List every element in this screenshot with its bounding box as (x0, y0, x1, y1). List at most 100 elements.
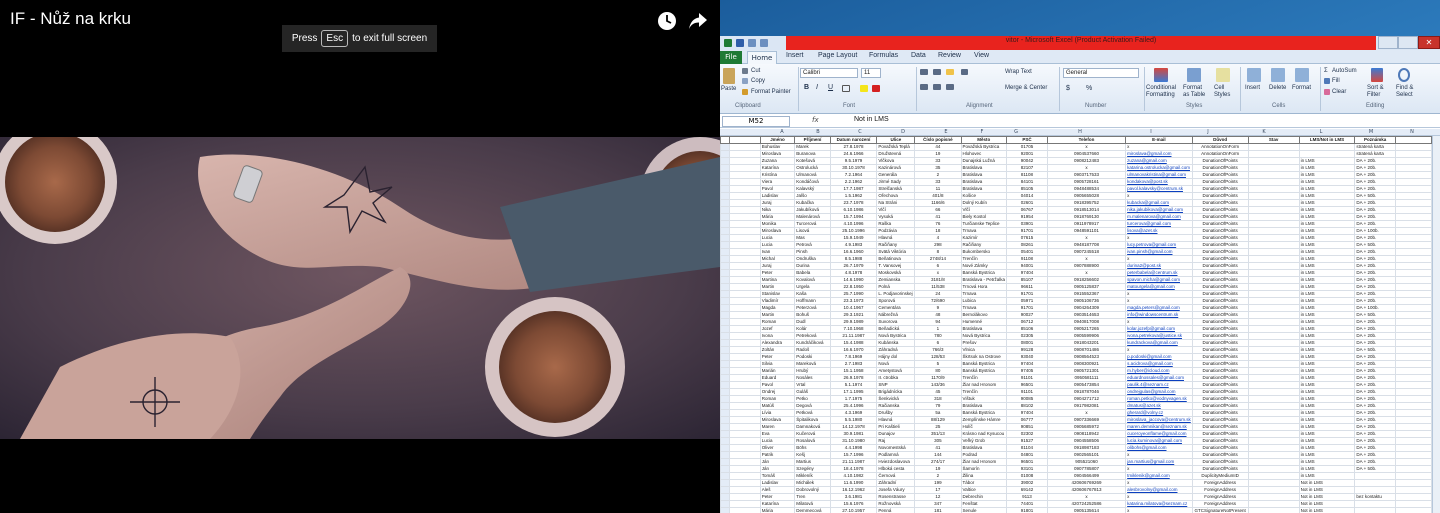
table-cell[interactable] (1395, 171, 1432, 179)
row-number[interactable] (720, 213, 731, 221)
table-cell[interactable] (729, 493, 761, 501)
spreadsheet-grid[interactable]: Jméno Příjmení Datum narození Ulice Číslo po… (720, 136, 1432, 513)
table-cell[interactable]: 04014 (1006, 192, 1048, 200)
table-cell[interactable]: in LMS (1298, 241, 1356, 249)
table-cell[interactable]: Kovalová (794, 276, 831, 284)
clear-icon[interactable] (1324, 89, 1330, 95)
table-cell[interactable]: DonationOfPoints (1191, 290, 1249, 298)
table-cell[interactable] (729, 262, 761, 270)
table-cell[interactable]: Svätá Viktória (876, 248, 916, 256)
table-cell[interactable]: Szegény (794, 465, 831, 473)
table-row[interactable]: Magda Peterzová 10.4.1967 Cementára 9 Trnava 9… (720, 304, 1432, 312)
column-header[interactable]: G (994, 129, 1038, 135)
table-cell[interactable]: stratená karta (1354, 143, 1397, 151)
table-cell[interactable]: Holíč (960, 423, 1008, 431)
column-title[interactable]: Příjmení (794, 136, 831, 144)
align-bottom-icon[interactable] (946, 69, 954, 75)
table-cell[interactable]: Ivan (759, 248, 796, 256)
table-cell[interactable]: 0918987183 (1046, 444, 1127, 452)
table-cell[interactable]: Jalšo (794, 192, 831, 200)
table-cell[interactable]: Raška (876, 220, 916, 228)
table-cell[interactable]: DA + 20b. (1354, 430, 1397, 438)
table-row[interactable]: Ondrej Guláš 17.1.1995 Brigádnícka 45 Trenčín… (720, 388, 1432, 396)
table-cell[interactable]: Radoš (794, 346, 831, 354)
table-cell[interactable]: DA + 20b. (1354, 157, 1397, 165)
table-cell[interactable]: 11/538 (914, 283, 962, 291)
table-cell[interactable] (729, 220, 761, 228)
table-row[interactable]: Marián Hrubý 15.1.1958 Ametystová 80 Banská B… (720, 367, 1432, 375)
find-select-button[interactable]: Find & Select (1396, 85, 1418, 99)
table-cell[interactable]: 29.3.1921 (829, 311, 878, 319)
table-cell[interactable] (729, 332, 761, 340)
table-cell[interactable]: 0918513014 (1046, 206, 1127, 214)
table-cell[interactable] (1247, 311, 1300, 319)
column-header[interactable]: N (1392, 129, 1432, 135)
table-cell[interactable]: Lisová (794, 227, 831, 235)
table-cell[interactable]: x (1125, 465, 1193, 473)
table-cell[interactable] (1395, 157, 1432, 165)
table-cell[interactable]: ForeignAddress (1191, 486, 1249, 494)
table-cell[interactable]: Vlčí (876, 206, 916, 214)
table-cell[interactable]: Mas (794, 234, 831, 242)
table-cell[interactable]: Petková (794, 409, 831, 417)
column-header[interactable]: H (1038, 129, 1122, 135)
table-cell[interactable]: 21.11.1987 (829, 332, 878, 340)
table-cell[interactable]: kubacka@gmail.com (1125, 199, 1193, 207)
table-cell[interactable]: 69142 (1006, 486, 1048, 494)
table-cell[interactable]: 2 (914, 171, 962, 179)
table-cell[interactable]: alesbrovolny@gmail.com (1125, 486, 1193, 494)
table-cell[interactable] (729, 507, 761, 513)
table-cell[interactable]: 9113 (1006, 493, 1048, 501)
table-cell[interactable] (729, 472, 761, 480)
table-cell[interactable]: Miroslava (759, 227, 796, 235)
function-icon[interactable]: fx (812, 116, 819, 124)
table-cell[interactable]: Nika (759, 206, 796, 214)
table-cell[interactable]: Peter (759, 493, 796, 501)
table-cell[interactable] (1247, 213, 1300, 221)
table-cell[interactable]: Ivona (759, 332, 796, 340)
autosum-icon[interactable]: Σ (1324, 68, 1328, 74)
table-cell[interactable]: Banská Bystrica (960, 367, 1008, 375)
table-cell[interactable] (1395, 150, 1432, 158)
table-cell[interactable] (729, 213, 761, 221)
tab-insert[interactable]: Insert (786, 52, 804, 59)
table-cell[interactable]: DonationOfPoints (1191, 416, 1249, 424)
table-cell[interactable] (729, 381, 761, 389)
row-number[interactable] (720, 234, 731, 242)
table-cell[interactable]: DonationOfPoints (1191, 262, 1249, 270)
table-cell[interactable]: DonationOfPoints (1191, 213, 1249, 221)
align-center-icon[interactable] (933, 84, 941, 90)
table-cell[interactable] (729, 206, 761, 214)
table-cell[interactable]: 351/13 (914, 430, 962, 438)
table-cell[interactable]: in LMS (1298, 262, 1356, 270)
table-cell[interactable] (1247, 409, 1300, 417)
table-cell[interactable]: 4.8.1978 (829, 269, 878, 277)
table-cell[interactable]: in LMS (1298, 171, 1356, 179)
table-cell[interactable] (729, 178, 761, 186)
table-cell[interactable] (1395, 318, 1432, 326)
table-cell[interactable]: 2748/14 (914, 255, 962, 263)
table-cell[interactable]: Silvia (759, 360, 796, 368)
table-row[interactable]: Eduard Nosáles 26.9.1978 II. ctrobka 1170/9 T… (720, 374, 1432, 382)
row-number[interactable] (720, 325, 731, 333)
format-button[interactable]: Format (1292, 85, 1311, 91)
maximize-button[interactable] (1398, 36, 1418, 49)
table-cell[interactable] (1395, 213, 1432, 221)
table-cell[interactable]: 22.8.1950 (829, 283, 878, 291)
table-cell[interactable] (1247, 402, 1300, 410)
table-cell[interactable]: maren.demnikan@seznam.sk (1125, 423, 1193, 431)
table-cell[interactable] (729, 339, 761, 347)
table-cell[interactable]: 5.5.1980 (829, 416, 878, 424)
column-title[interactable]: Jméno (759, 136, 796, 144)
table-cell[interactable]: 6.10.1986 (829, 206, 878, 214)
table-cell[interactable]: DA + 20b. (1354, 206, 1397, 214)
table-cell[interactable]: Bratislava - Petržalka (960, 276, 1008, 284)
table-cell[interactable]: x (1125, 192, 1193, 200)
column-title[interactable]: Ulice (876, 136, 916, 144)
column-header[interactable]: J (1180, 129, 1236, 135)
table-row[interactable]: Stanislav Kaša 25.7.1990 L. Podjavorinskej 2… (720, 290, 1432, 298)
row-number[interactable] (720, 136, 731, 144)
row-number[interactable] (720, 395, 731, 403)
table-cell[interactable] (729, 346, 761, 354)
table-cell[interactable]: Račianska (876, 402, 916, 410)
